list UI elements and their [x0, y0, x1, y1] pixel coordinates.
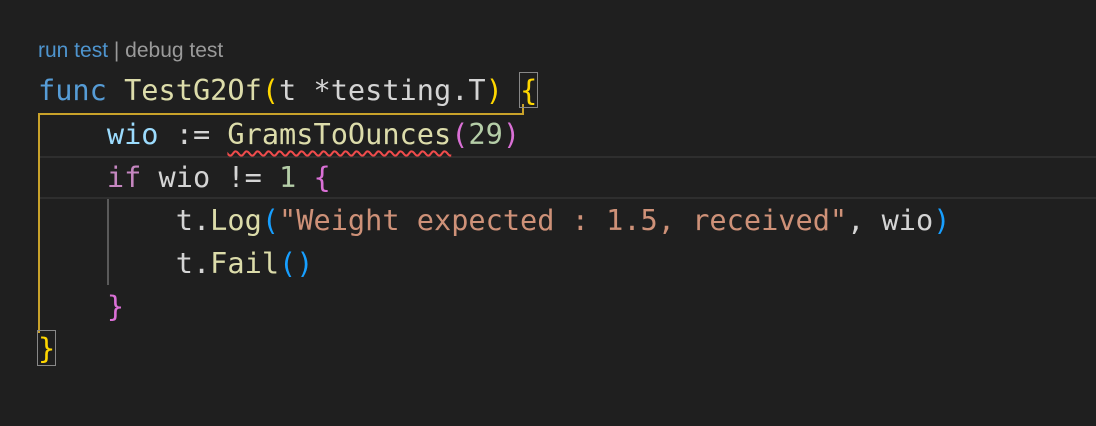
if-open-brace: { [313, 160, 331, 194]
assign-operator: := [158, 117, 228, 151]
if-close-brace: } [106, 289, 125, 323]
debug-test-link[interactable]: debug test [125, 39, 223, 62]
fail-parens: () [279, 246, 314, 280]
receiver-t: t. [175, 203, 211, 237]
run-test-link[interactable]: run test [38, 39, 108, 62]
code-line-1[interactable]: func TestG2Of(t *testing.T) { [38, 69, 539, 112]
log-close-paren: ) [933, 203, 951, 237]
code-line-2[interactable]: wio := GramsToOunces(29) [38, 113, 520, 156]
code-line-5[interactable]: t.Fail() [38, 242, 314, 285]
error-call-grams-to-ounces[interactable]: GramsToOunces [227, 117, 451, 151]
if-condition: wio != [141, 160, 280, 194]
function-name: TestG2Of [124, 73, 262, 107]
code-line-6[interactable]: } [38, 285, 124, 328]
code-line-4[interactable]: t.Log("Weight expected : 1.5, received",… [38, 199, 951, 242]
code-editor[interactable]: run test | debug test func TestG2Of(t *t… [0, 0, 1096, 426]
parameters: t *testing.T [279, 73, 486, 107]
keyword-func: func [38, 73, 107, 107]
call-open-paren: ( [451, 117, 469, 151]
code-line-7[interactable]: } [36, 327, 57, 370]
codelens-separator: | [108, 39, 126, 62]
open-paren: ( [261, 73, 280, 107]
log-open-paren: ( [261, 203, 280, 237]
log-args-rest: , wio [847, 203, 934, 237]
call-close-paren: ) [502, 117, 521, 151]
method-fail: Fail [210, 246, 280, 280]
matched-close-brace: } [36, 330, 57, 366]
variable-wio: wio [106, 117, 159, 151]
method-log: Log [210, 203, 262, 237]
number-literal: 1 [279, 160, 297, 194]
keyword-if: if [106, 160, 142, 194]
matched-open-brace: { [519, 72, 539, 108]
string-literal: "Weight expected : 1.5, received" [279, 203, 848, 237]
code-line-3[interactable]: if wio != 1 { [38, 156, 331, 199]
receiver-t: t. [175, 246, 211, 280]
codelens: run test | debug test [38, 34, 223, 68]
number-arg: 29 [468, 117, 503, 151]
close-paren: ) [485, 73, 503, 107]
